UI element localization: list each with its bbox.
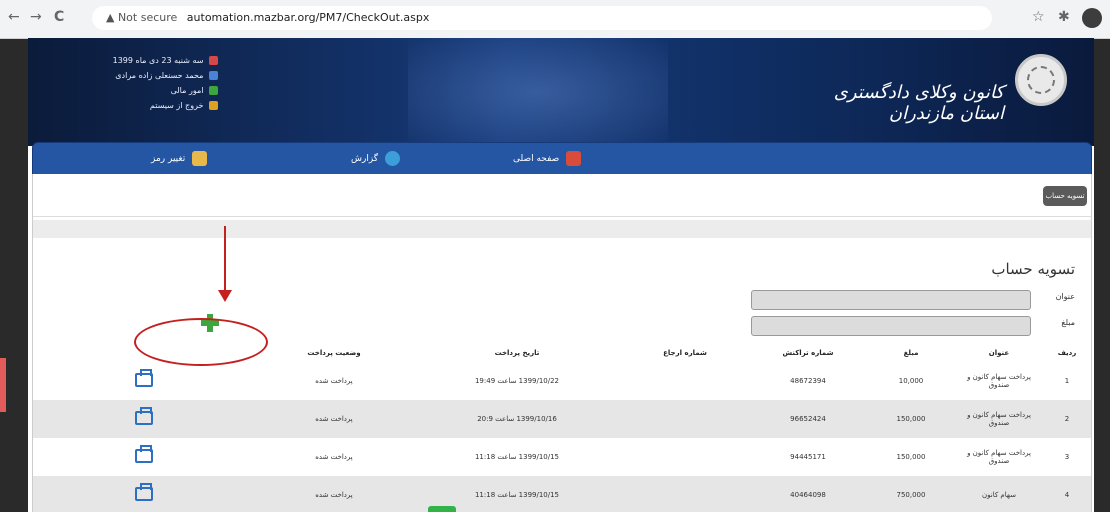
row-status: پرداخت شده	[255, 400, 413, 438]
row-title: پرداخت سهام کانون و صندوق	[955, 400, 1043, 438]
row-status: پرداخت شده	[255, 476, 413, 512]
row-amount: 150,000	[867, 400, 955, 438]
menu-item-report-label: گزارش	[351, 154, 379, 164]
tab-strip: تسویه حساب	[33, 174, 1091, 217]
user-info: سه شنبه 23 دی ماه 1399 محمد حسنعلی زاده …	[98, 56, 218, 116]
profile-avatar[interactable]	[1082, 8, 1102, 28]
calendar-icon	[209, 56, 218, 65]
row-title: پرداخت سهام کانون و صندوق	[967, 373, 1031, 389]
col-date: تاریخ پرداخت	[494, 349, 540, 357]
user-icon	[209, 71, 218, 80]
banner-glow	[408, 38, 668, 146]
title-field[interactable]	[751, 290, 1031, 310]
row-index: 2	[1043, 400, 1091, 438]
row-tx: 40464098	[749, 476, 867, 512]
menu-item-change-password[interactable]: تغییر رمز	[151, 151, 208, 166]
logo-emblem	[1027, 66, 1055, 94]
row-index: 1	[1064, 377, 1070, 385]
row-ref	[621, 400, 749, 438]
title-field-label: عنوان	[1055, 292, 1075, 301]
row-title: سهام کانون	[955, 476, 1043, 512]
row-date: 1399/10/15 ساعت 11:18	[474, 453, 560, 461]
row-action	[33, 438, 255, 476]
home-icon	[566, 151, 582, 166]
amount-field-label: مبلغ	[1061, 318, 1075, 327]
row-amount: 10,000	[898, 377, 924, 385]
reload-button[interactable]: C	[54, 9, 64, 25]
extensions-icon[interactable]: ✱	[1058, 9, 1070, 25]
forward-button[interactable]: →	[30, 9, 42, 25]
row-title: پرداخت سهام کانون و صندوق	[967, 449, 1031, 465]
table-row: 3 پرداخت سهام کانون و صندوق 150,000 9444…	[33, 438, 1091, 476]
page: سه شنبه 23 دی ماه 1399 محمد حسنعلی زاده …	[28, 38, 1094, 512]
row-tx: 94445171	[790, 453, 826, 461]
print-receipt-icon[interactable]	[135, 369, 153, 387]
annotation-arrow-head	[218, 290, 232, 302]
row-action	[33, 362, 255, 400]
row-index: 4	[1043, 476, 1091, 512]
row-ref	[621, 438, 749, 476]
url-text: automation.mazbar.org/PM7/CheckOut.aspx	[186, 11, 430, 24]
annotation-circle	[134, 318, 268, 366]
table-row: 4 سهام کانون 750,000 40464098 1399/10/15…	[33, 476, 1091, 512]
address-bar[interactable]: ▲ Not secure automation.mazbar.org/PM7/C…	[92, 6, 992, 30]
edge-marker	[0, 358, 6, 412]
row-tx: 96652424	[749, 400, 867, 438]
print-receipt-icon[interactable]	[135, 483, 153, 501]
logout-row[interactable]: خروج از سیستم	[98, 101, 218, 116]
group-icon	[209, 86, 218, 95]
tab-checkout[interactable]: تسویه حساب	[1043, 186, 1087, 206]
table-row: 1 پرداخت سهام کانون و صندوق 10,000 48672…	[33, 362, 1091, 400]
user-name[interactable]: محمد حسنعلی زاده مرادی	[115, 71, 203, 80]
col-status: وضعیت پرداخت	[307, 349, 361, 357]
org-logo	[1015, 54, 1067, 106]
header-banner: سه شنبه 23 دی ماه 1399 محمد حسنعلی زاده …	[28, 38, 1094, 146]
toolbar-band	[33, 220, 1091, 238]
col-amount: مبلغ	[903, 349, 919, 357]
role-row: امور مالی	[98, 86, 218, 101]
payments-table: ردیف عنوان مبلغ شماره تراکنش شماره ارجاع…	[33, 344, 1091, 512]
main-menu: صفحه اصلی گزارش تغییر رمز	[32, 142, 1092, 176]
row-date: 1399/10/22 ساعت 19:49	[474, 377, 560, 385]
col-index: ردیف	[1057, 349, 1077, 357]
row-date: 1399/10/16 ساعت 20:9	[413, 400, 621, 438]
print-receipt-icon[interactable]	[135, 445, 153, 463]
row-tx: 48672394	[790, 377, 826, 385]
date-text: سه شنبه 23 دی ماه 1399	[112, 56, 204, 65]
row-ref	[621, 476, 749, 512]
row-amount: 750,000	[867, 476, 955, 512]
annotation-arrow	[224, 226, 226, 296]
page-title: تسویه حساب	[991, 260, 1075, 278]
bookmark-star-icon[interactable]: ☆	[1032, 9, 1045, 25]
browser-toolbar: ← → C ▲ Not secure automation.mazbar.org…	[0, 0, 1110, 39]
row-ref	[621, 362, 749, 400]
menu-item-change-password-label: تغییر رمز	[151, 154, 186, 164]
print-receipt-icon[interactable]	[135, 407, 153, 425]
back-button[interactable]: ←	[8, 9, 20, 25]
col-ref: شماره ارجاع	[663, 349, 707, 357]
security-warning[interactable]: ▲ Not secure	[106, 11, 177, 24]
row-amount: 150,000	[896, 453, 926, 461]
chart-icon	[384, 151, 400, 166]
menu-item-home[interactable]: صفحه اصلی	[513, 151, 582, 166]
row-status: پرداخت شده	[315, 377, 353, 385]
exit-icon	[209, 101, 218, 110]
logout-link[interactable]: خروج از سیستم	[150, 101, 204, 110]
table-row: 2 پرداخت سهام کانون و صندوق 150,000 9665…	[33, 400, 1091, 438]
user-row[interactable]: محمد حسنعلی زاده مرادی	[98, 71, 218, 86]
row-action	[33, 400, 255, 438]
role-text: امور مالی	[170, 86, 204, 95]
menu-item-home-label: صفحه اصلی	[513, 154, 560, 164]
edit-icon	[192, 151, 208, 166]
menu-item-report[interactable]: گزارش	[351, 151, 400, 166]
col-title: عنوان	[988, 349, 1010, 357]
org-title: کانون وکلای دادگستری استان مازندران	[833, 82, 1004, 124]
green-indicator	[428, 506, 456, 512]
col-tx: شماره تراکنش	[782, 349, 834, 357]
date-row: سه شنبه 23 دی ماه 1399	[98, 56, 218, 71]
amount-field[interactable]	[751, 316, 1031, 336]
row-status: پرداخت شده	[315, 453, 353, 461]
row-index: 3	[1064, 453, 1070, 461]
row-action	[33, 476, 255, 512]
